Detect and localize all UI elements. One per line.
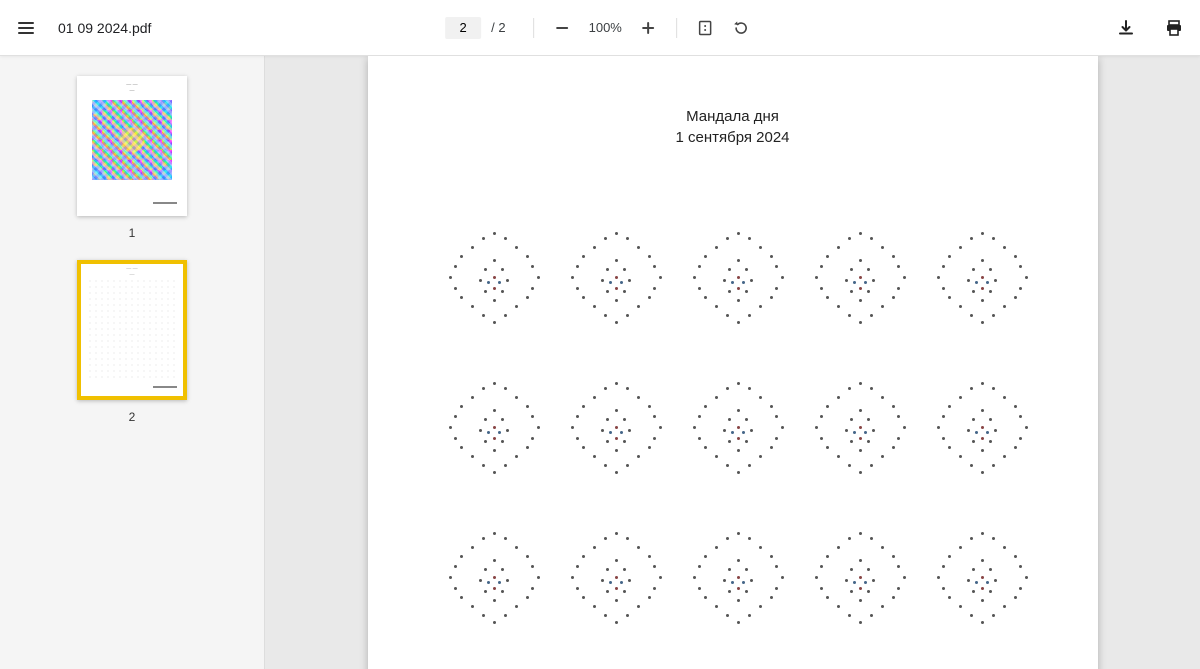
toolbar: 01 09 2024.pdf / 2 100%: [0, 0, 1200, 56]
thumbnail-page-1[interactable]: — ——: [77, 76, 187, 216]
page-total: / 2: [491, 20, 505, 35]
thumb-1-number: 1: [129, 226, 136, 240]
thumb-2-number: 2: [129, 410, 136, 424]
page-viewer[interactable]: Мандала дня 1 сентября 2024: [265, 56, 1200, 669]
print-button[interactable]: [1160, 14, 1188, 42]
divider: [534, 18, 535, 38]
thumbnail-sidebar[interactable]: — —— 1 — —— 2: [0, 56, 265, 669]
rotate-button[interactable]: [727, 14, 755, 42]
thumb-1-artwork: [92, 100, 172, 180]
fit-page-button[interactable]: [691, 14, 719, 42]
thumb-2-dots: [87, 278, 177, 378]
page-date: 1 сентября 2024: [368, 129, 1098, 146]
divider: [676, 18, 677, 38]
zoom-level: 100%: [585, 20, 626, 35]
zoom-in-button[interactable]: [634, 14, 662, 42]
thumb-1-footer-line: [153, 202, 177, 204]
download-button[interactable]: [1112, 14, 1140, 42]
thumb-2-title: — ——: [77, 260, 187, 278]
dot-pattern-area: [438, 226, 1058, 669]
menu-icon[interactable]: [12, 14, 40, 42]
main-area: — —— 1 — —— 2 Мандала дня 1 сентября 202…: [0, 56, 1200, 669]
thumbnail-page-2[interactable]: — ——: [77, 260, 187, 400]
zoom-out-button[interactable]: [549, 14, 577, 42]
page-number-input[interactable]: [445, 17, 481, 39]
file-name: 01 09 2024.pdf: [58, 20, 151, 36]
thumb-1-title: — ——: [77, 76, 187, 94]
thumb-2-footer-line: [153, 386, 177, 388]
page-title: Мандала дня: [368, 108, 1098, 125]
pdf-page: Мандала дня 1 сентября 2024: [368, 56, 1098, 669]
